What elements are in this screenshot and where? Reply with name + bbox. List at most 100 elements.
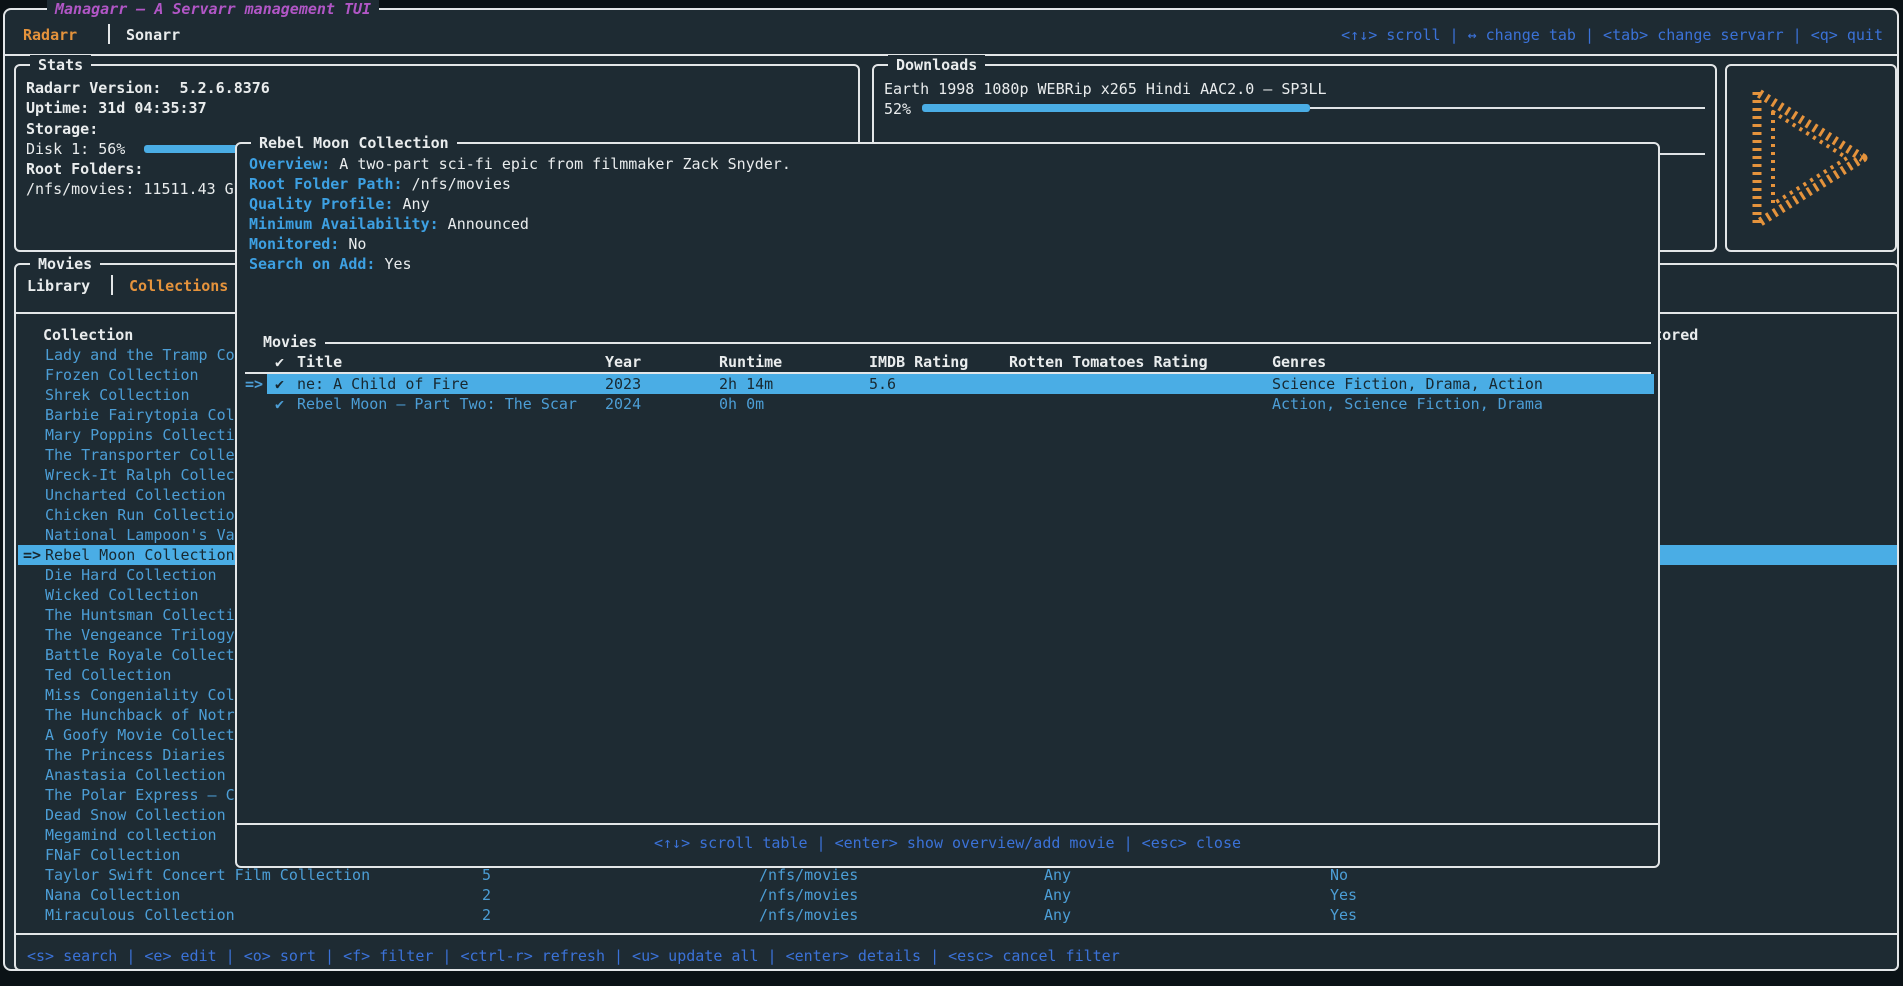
download-progressbar <box>922 104 1310 112</box>
movie-row[interactable]: ✔ Rebel Moon – Part Two: The Scar 2024 0h 0… <box>237 394 1658 414</box>
movie-title: ne: A Child of Fire <box>297 374 469 394</box>
modal-field: Search on Add: Yes <box>249 254 412 274</box>
uptime-value: 31d 04:35:37 <box>98 99 206 117</box>
radarr-version-label: Radarr Version: <box>26 79 161 97</box>
movie-genres: Science Fiction, Drama, Action <box>1272 374 1543 394</box>
modal-footer-divider <box>237 823 1658 825</box>
tab-radarr[interactable]: Radarr <box>23 25 77 45</box>
modal-title: Rebel Moon Collection <box>251 133 457 153</box>
tab-sonarr[interactable]: Sonarr <box>126 25 180 45</box>
movie-genres: Action, Science Fiction, Drama <box>1272 394 1543 414</box>
modal-movies-title: Movies <box>257 332 323 352</box>
movie-column-header-rotten: Rotten Tomatoes Rating <box>1009 352 1208 372</box>
movie-column-header-genres: Genres <box>1272 352 1326 372</box>
collection-name: Uncharted Collection <box>45 485 226 505</box>
collection-quality: Any <box>1044 865 1071 885</box>
movie-column-header-year: Year <box>605 352 641 372</box>
collection-name: Dead Snow Collection <box>45 805 226 825</box>
selected-row-marker: => <box>23 545 41 565</box>
collection-name: Ted Collection <box>45 665 171 685</box>
collection-name: The Vengeance Trilogy <box>45 625 235 645</box>
modal-field-value: A two-part sci-fi epic from filmmaker Za… <box>330 155 791 173</box>
tab-divider <box>111 275 113 295</box>
collection-name: A Goofy Movie Collect <box>45 725 235 745</box>
collection-path: /nfs/movies <box>759 905 858 925</box>
movie-row[interactable]: =>✔ne: A Child of Fire20232h 14m5.6Scien… <box>237 374 1658 394</box>
tab-library[interactable]: Library <box>27 276 90 296</box>
collection-row[interactable]: Taylor Swift Concert Film Collection5/nf… <box>18 865 1897 885</box>
movie-check: ✔ <box>275 394 284 414</box>
collection-name: Wicked Collection <box>45 585 199 605</box>
collection-name: Lady and the Tramp Co <box>45 345 235 365</box>
modal-field-label: Overview: <box>249 155 330 173</box>
movie-year: 2023 <box>605 374 641 394</box>
collection-count: 5 <box>482 865 491 885</box>
collection-name: The Princess Diaries <box>45 745 226 765</box>
collection-name: The Huntsman Collecti <box>45 605 235 625</box>
movie-column-header-check: ✔ <box>275 352 284 372</box>
collection-name: Rebel Moon Collection <box>45 545 235 565</box>
movie-check: ✔ <box>275 374 284 394</box>
collection-name: National Lampoon's Va <box>45 525 235 545</box>
collection-quality: Any <box>1044 905 1071 925</box>
collection-name: The Polar Express – C <box>45 785 235 805</box>
modal-field: Overview: A two-part sci-fi epic from fi… <box>249 154 791 174</box>
tab-divider <box>108 24 110 44</box>
collection-name: Anastasia Collection <box>45 765 226 785</box>
modal-field-label: Root Folder Path: <box>249 175 403 193</box>
movie-year: 2024 <box>605 394 641 414</box>
collection-name: Battle Royale Collect <box>45 645 235 665</box>
movie-runtime: 0h 0m <box>719 394 764 414</box>
movie-title: Rebel Moon – Part Two: The Scar <box>297 394 577 414</box>
modal-footer-keybar: <↑↓> scroll table | <enter> show overvie… <box>237 833 1658 853</box>
root-folder-usage: /nfs/movies: 11511.43 GB <box>26 179 243 199</box>
radarr-version-value: 5.2.6.8376 <box>180 79 270 97</box>
collection-name: Barbie Fairytopia Col <box>45 405 235 425</box>
movie-column-header-runtime: Runtime <box>719 352 782 372</box>
collection-name: The Transporter Colle <box>45 445 235 465</box>
column-header-name: Collection <box>43 325 133 345</box>
collection-search: Yes <box>1330 885 1357 905</box>
collection-count: 2 <box>482 905 491 925</box>
downloads-panel-title: Downloads <box>888 55 985 75</box>
movies-panel-title: Movies <box>30 254 100 274</box>
modal-field-value: /nfs/movies <box>403 175 511 193</box>
collection-name: FNaF Collection <box>45 845 180 865</box>
modal-movies-divider <box>325 342 1651 344</box>
collection-name: Frozen Collection <box>45 365 199 385</box>
collection-count: 2 <box>482 885 491 905</box>
modal-field-value: No <box>339 235 366 253</box>
managarr-play-logo-icon <box>1743 76 1883 241</box>
collection-row[interactable]: Miraculous Collection 2/nfs/movies Any Yes <box>18 905 1897 925</box>
collection-name: Mary Poppins Collecti <box>45 425 235 445</box>
collection-search: No <box>1330 865 1348 885</box>
keybar-divider <box>16 933 1897 935</box>
download-item-percent: 52% <box>884 99 911 119</box>
modal-field-value: Yes <box>375 255 411 273</box>
uptime-label: Uptime: <box>26 99 89 117</box>
collection-name: Taylor Swift Concert Film Collection <box>45 865 370 885</box>
logo-panel <box>1725 64 1897 252</box>
disk-label: Disk 1: <box>26 140 89 158</box>
movie-column-header-imdb: IMDB Rating <box>869 352 968 372</box>
collection-quality: Any <box>1044 885 1071 905</box>
selected-row-marker: => <box>245 374 263 394</box>
collection-name: Chicken Run Collectio <box>45 505 235 525</box>
modal-field: Root Folder Path: /nfs/movies <box>249 174 511 194</box>
collection-path: /nfs/movies <box>759 885 858 905</box>
modal-field: Monitored: No <box>249 234 366 254</box>
collection-name: Miraculous Collection <box>45 905 235 925</box>
collection-search: Yes <box>1330 905 1357 925</box>
root-folders-label: Root Folders: <box>26 159 143 179</box>
app-title: Managarr – A Servarr management TUI <box>47 0 379 20</box>
tab-collections[interactable]: Collections <box>129 276 228 296</box>
collection-name: Miss Congeniality Col <box>45 685 235 705</box>
movie-column-header-title: Title <box>297 352 342 372</box>
collection-name: Shrek Collection <box>45 385 190 405</box>
collection-row[interactable]: Nana Collection 2/nfs/movies Any Yes <box>18 885 1897 905</box>
collection-name: Nana Collection <box>45 885 180 905</box>
top-keybar: <↑↓> scroll | ↔ change tab | <tab> chang… <box>1341 25 1883 45</box>
bottom-keybar: <s> search | <e> edit | <o> sort | <f> f… <box>27 946 1120 966</box>
download-progressbar-rest <box>1310 107 1705 109</box>
modal-field: Minimum Availability: Announced <box>249 214 529 234</box>
